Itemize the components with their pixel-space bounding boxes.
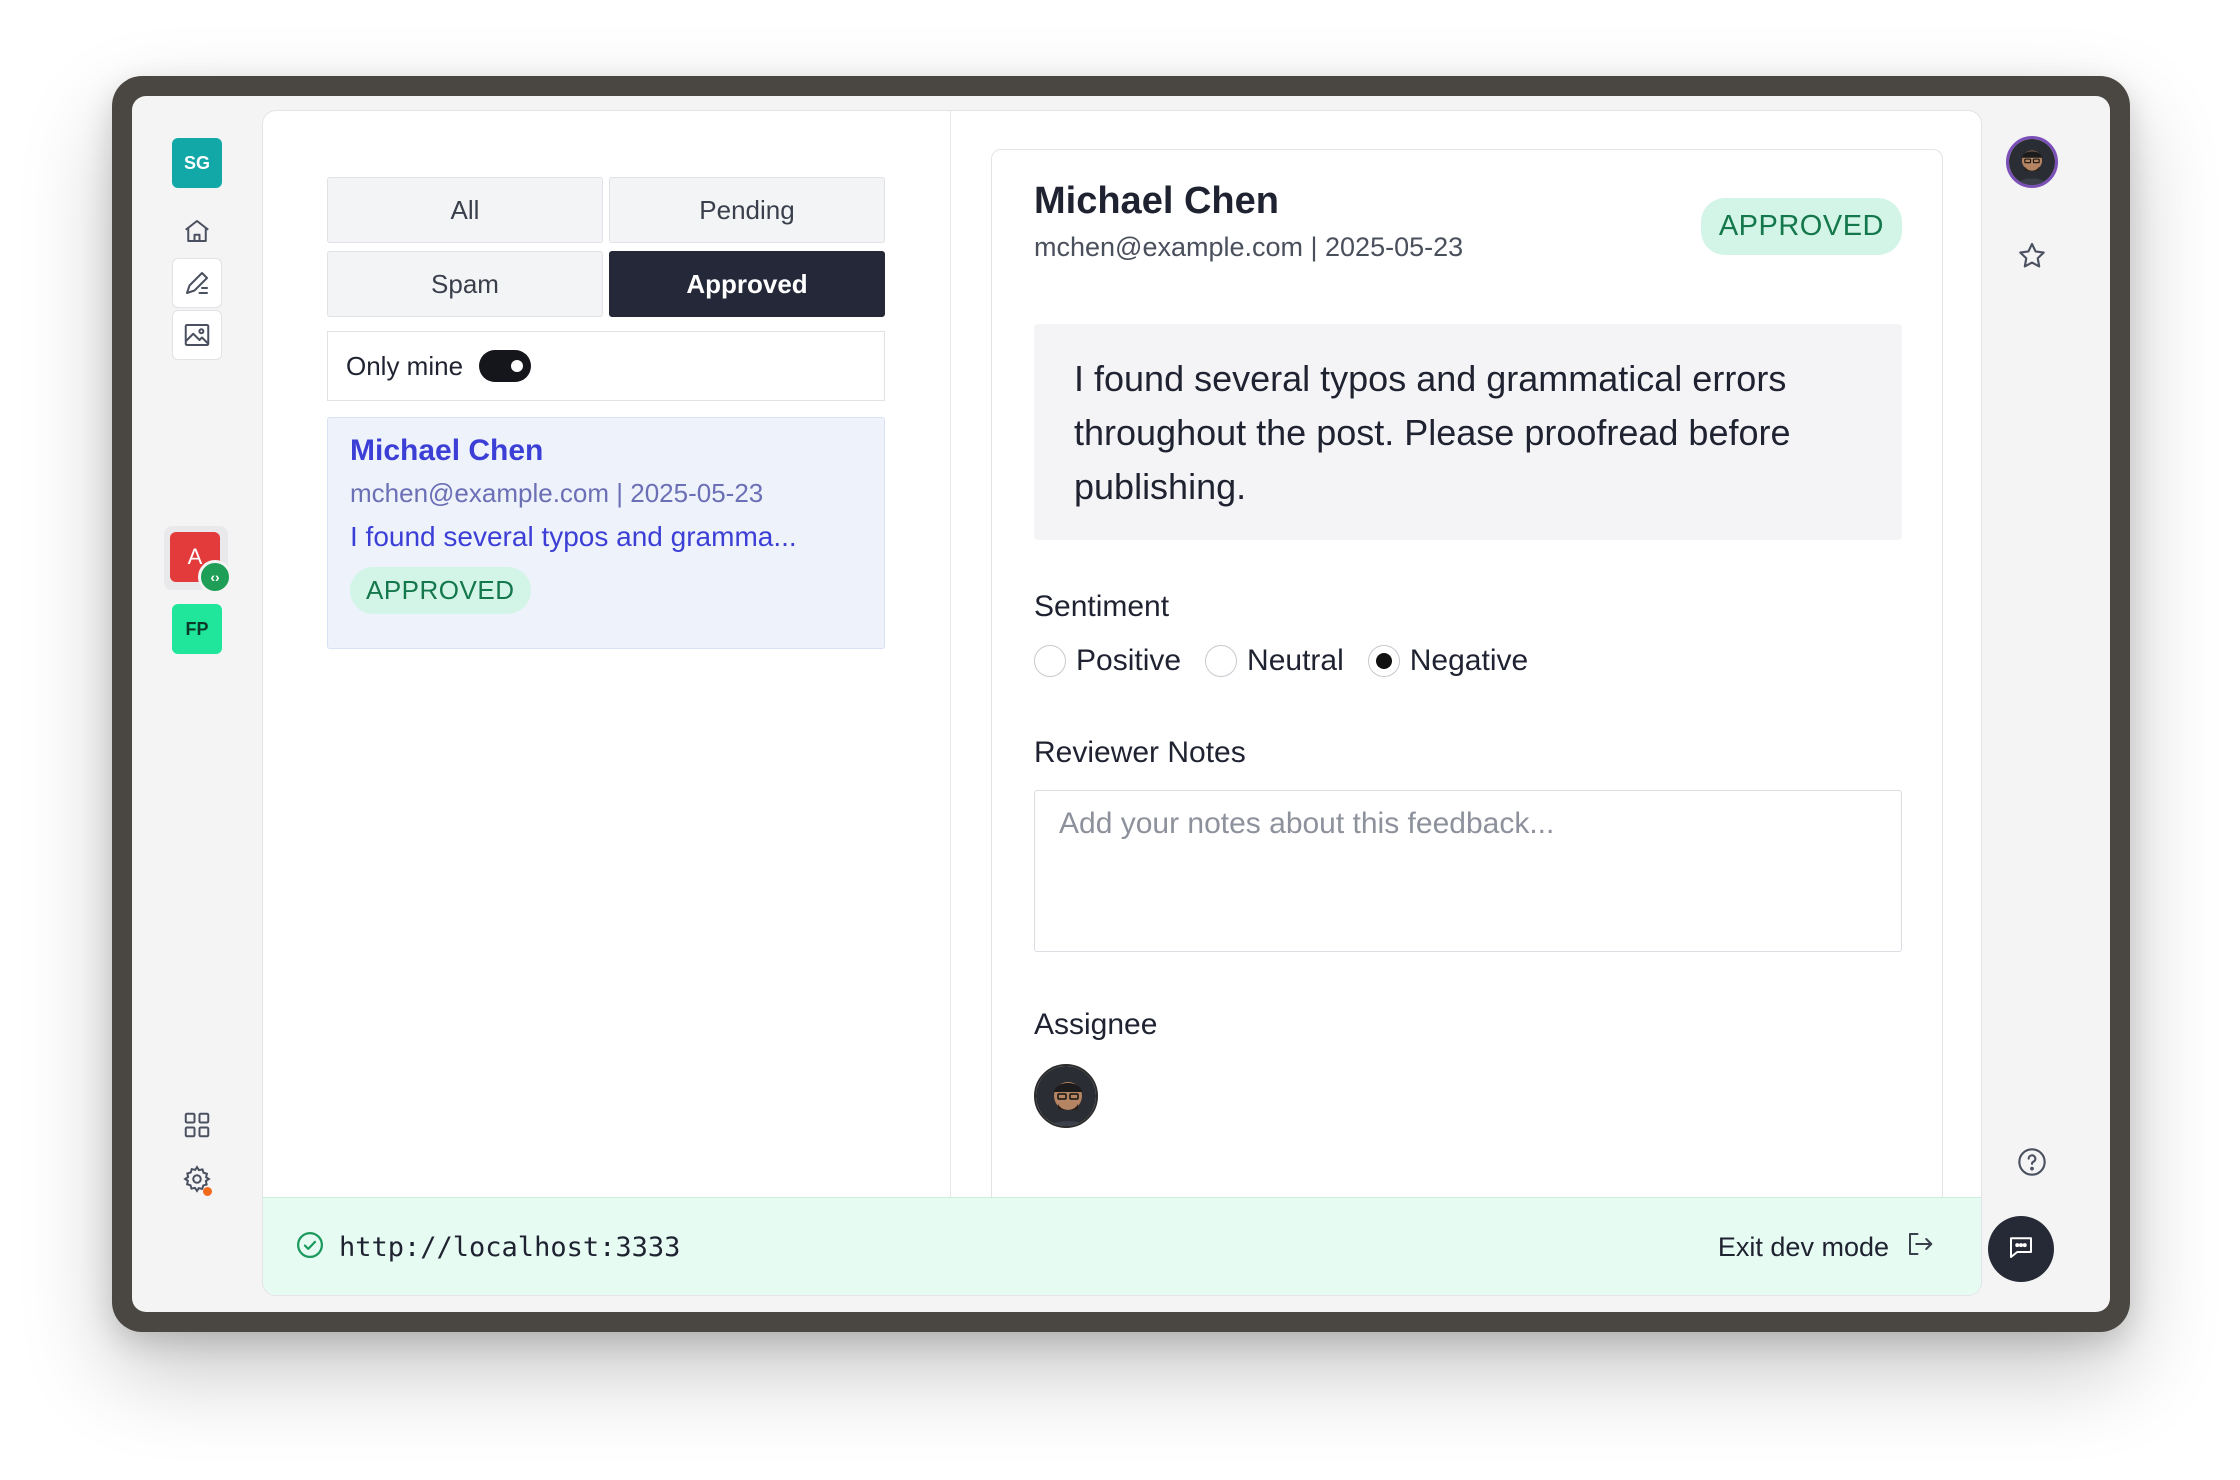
assignee-avatar[interactable] — [1034, 1064, 1098, 1128]
left-sidebar: SG A ‹› FP — [132, 96, 262, 1312]
assignee-label: Assignee — [1034, 1008, 1158, 1041]
logout-icon — [1905, 1229, 1935, 1266]
dev-mode-bar: http://localhost:3333 Exit dev mode — [263, 1197, 1981, 1295]
code-icon: ‹› — [198, 560, 232, 594]
tab-pending[interactable]: Pending — [609, 177, 885, 243]
tab-spam[interactable]: Spam — [327, 251, 603, 317]
star-icon[interactable] — [2016, 240, 2048, 277]
image-icon[interactable] — [172, 310, 222, 360]
exit-dev-mode-label: Exit dev mode — [1717, 1232, 1889, 1262]
radio-neutral-label: Neutral — [1247, 644, 1344, 677]
tab-all[interactable]: All — [327, 177, 603, 243]
edit-icon[interactable] — [172, 258, 222, 308]
reviewer-notes-label: Reviewer Notes — [1034, 736, 1246, 769]
user-avatar[interactable] — [2006, 136, 2058, 188]
list-item-name: Michael Chen — [350, 434, 544, 467]
home-icon[interactable] — [172, 206, 222, 256]
radio-positive[interactable] — [1034, 645, 1066, 677]
app-screen: SG A ‹› FP All Pending Spam Approved Onl… — [132, 96, 2110, 1312]
device-frame: SG A ‹› FP All Pending Spam Approved Onl… — [112, 76, 2130, 1332]
chat-icon — [2006, 1232, 2036, 1267]
feedback-message: I found several typos and grammatical er… — [1034, 324, 1902, 540]
sentiment-label: Sentiment — [1034, 590, 1170, 623]
gear-icon[interactable] — [172, 1154, 222, 1204]
detail-name: Michael Chen — [1034, 180, 1279, 222]
detail-status-badge: APPROVED — [1700, 198, 1902, 255]
help-icon[interactable] — [2016, 1146, 2048, 1183]
status-badge: APPROVED — [350, 567, 531, 614]
sentiment-positive[interactable]: Positive — [1034, 644, 1181, 678]
notification-dot — [203, 1187, 212, 1196]
tab-approved[interactable]: Approved — [609, 251, 885, 317]
radio-positive-label: Positive — [1076, 644, 1182, 677]
project-badge[interactable]: FP — [172, 604, 222, 654]
workspace-badge[interactable]: SG — [172, 138, 222, 188]
main-panel: All Pending Spam Approved Only mine Mich… — [262, 110, 1982, 1296]
sentiment-neutral[interactable]: Neutral — [1205, 644, 1344, 678]
exit-dev-mode-button[interactable]: Exit dev mode — [1718, 1229, 1935, 1266]
only-mine-toggle[interactable] — [479, 350, 532, 382]
grid-icon[interactable] — [172, 1100, 222, 1150]
radio-negative[interactable] — [1367, 645, 1400, 677]
radio-negative-label: Negative — [1409, 644, 1529, 677]
detail-meta: mchen@example.com | 2025-05-23 — [1034, 232, 1464, 262]
radio-neutral[interactable] — [1205, 645, 1238, 677]
feedback-list-pane: All Pending Spam Approved Only mine Mich… — [263, 111, 951, 1197]
list-item-meta: mchen@example.com | 2025-05-23 — [350, 478, 764, 508]
sentiment-negative[interactable]: Negative — [1367, 644, 1529, 678]
reviewer-notes-field[interactable] — [1034, 790, 1902, 952]
only-mine-row: Only mine — [327, 331, 885, 401]
list-item[interactable]: Michael Chen mchen@example.com | 2025-05… — [327, 417, 885, 649]
only-mine-label: Only mine — [346, 350, 464, 381]
app-badge[interactable]: A ‹› — [164, 526, 232, 594]
feedback-detail-card: Michael Chen mchen@example.com | 2025-05… — [991, 149, 1943, 1254]
chat-button[interactable] — [1988, 1216, 2054, 1282]
list-item-excerpt: I found several typos and gramma... — [350, 521, 797, 552]
right-sidebar — [1980, 96, 2110, 1312]
dev-url[interactable]: http://localhost:3333 — [339, 1232, 680, 1263]
check-circle-icon — [295, 1230, 325, 1265]
sentiment-radio-group: Positive Neutral Negative — [1034, 644, 1528, 678]
